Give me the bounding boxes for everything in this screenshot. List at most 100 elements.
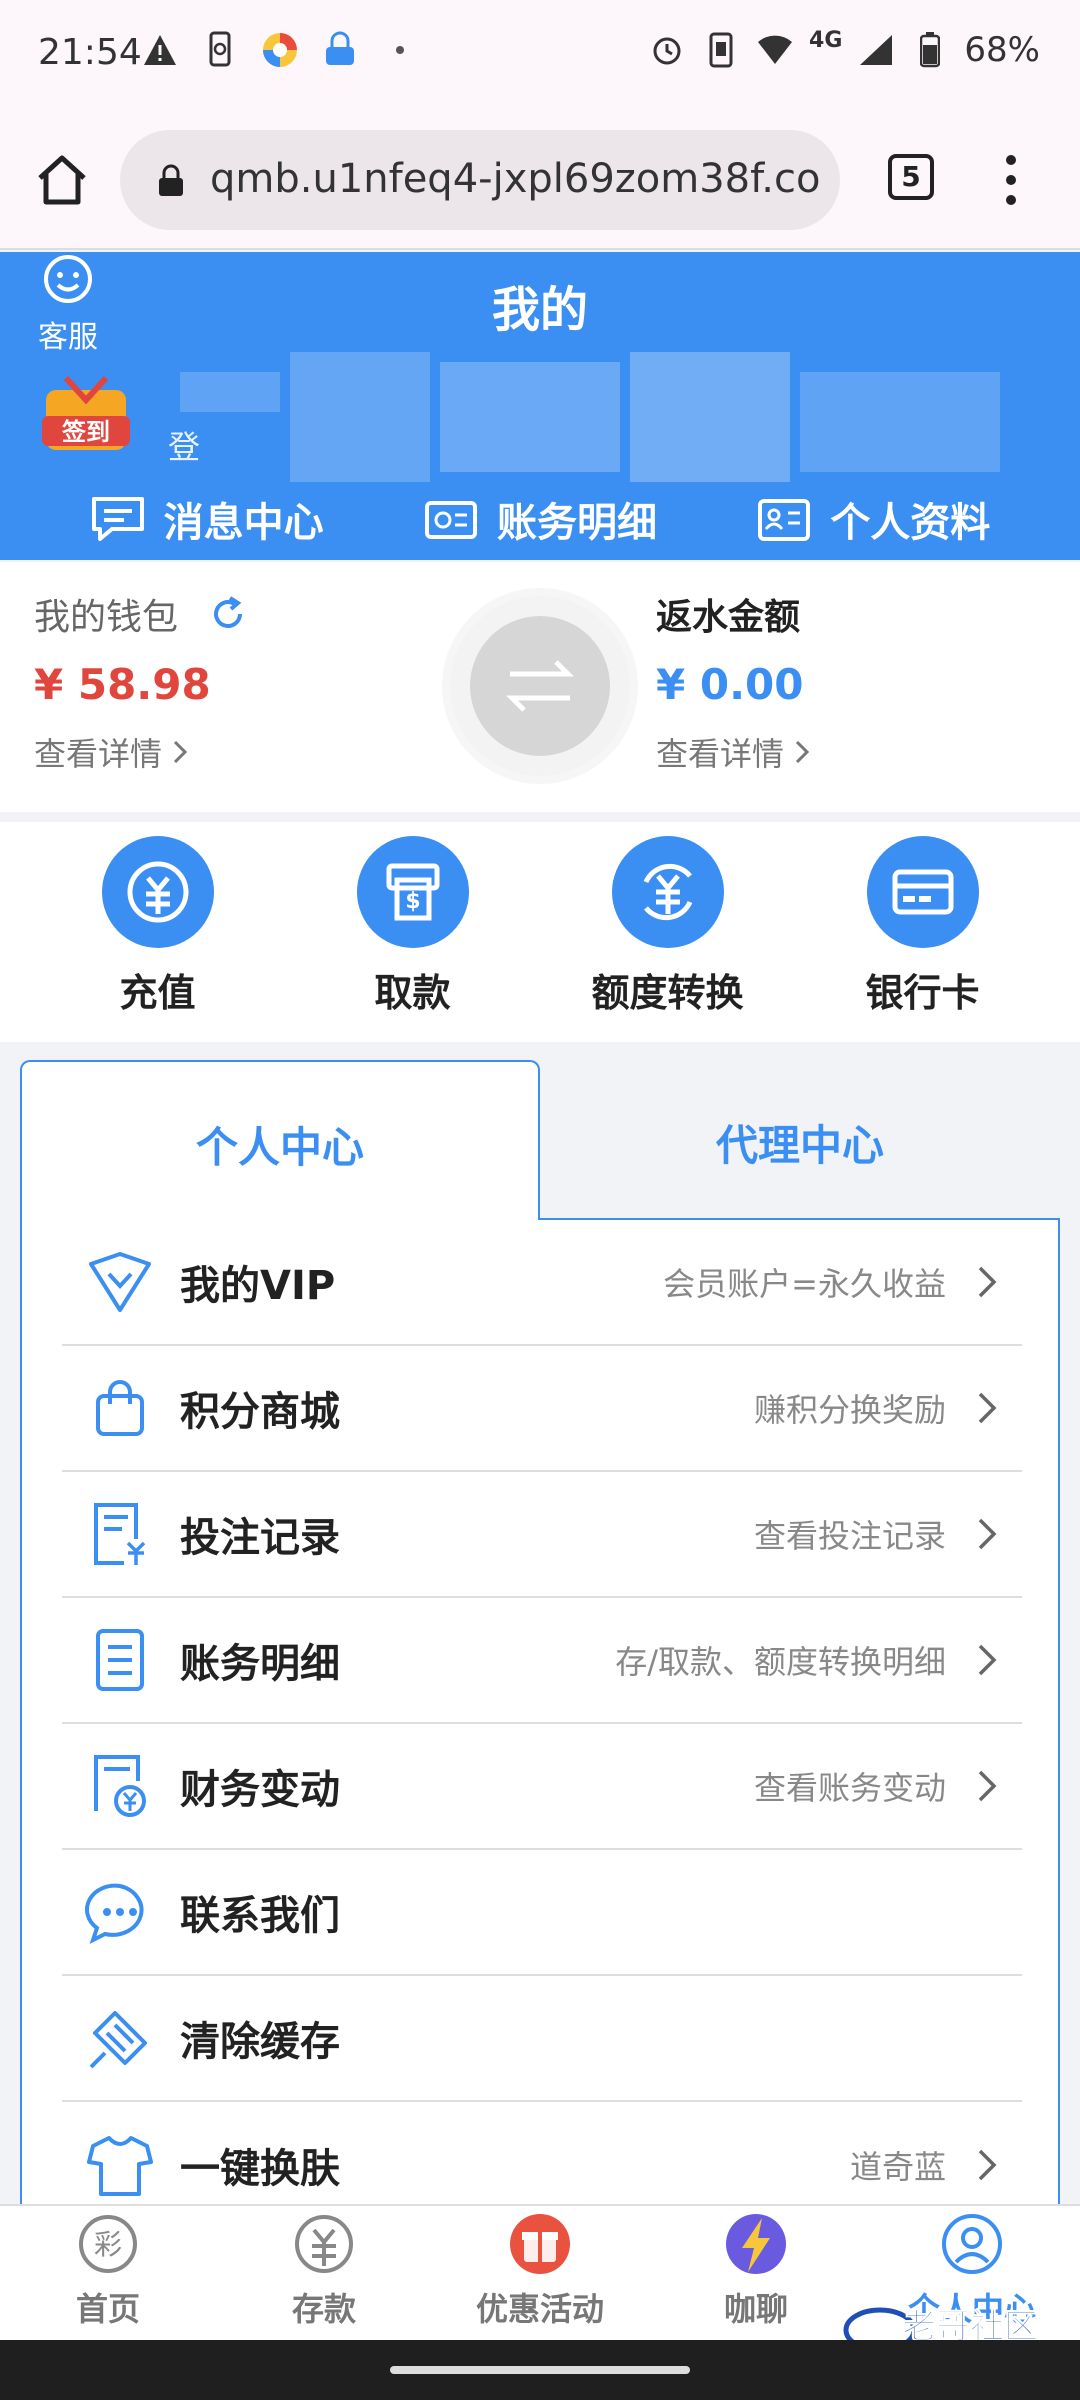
chevron-right-icon bbox=[978, 1644, 997, 1676]
center-tabs: 个人中心 代理中心 bbox=[20, 1060, 1060, 1220]
chevron-right-icon bbox=[978, 1392, 997, 1424]
shopping-bag-icon bbox=[82, 1370, 158, 1446]
chevron-right-icon bbox=[978, 1518, 997, 1550]
signal-icon bbox=[856, 30, 896, 70]
wallet-card: 我的钱包 ¥ 58.98 查看详情 返水金额 ¥ 0.00 查看详情 bbox=[0, 562, 1080, 812]
menu-list: 我的VIP 会员账户=永久收益 积分商城 赚积分换奖励 投注记录 查看投注记录 bbox=[62, 1220, 1022, 2228]
page-title: 我的 bbox=[491, 282, 588, 338]
profile-card-icon bbox=[758, 499, 811, 541]
signin-badge-icon[interactable]: 签到 bbox=[36, 370, 146, 470]
deposit-label: 充值 bbox=[119, 971, 196, 1015]
nav-promotions-label: 优惠活动 bbox=[475, 2290, 604, 2328]
menu-title: 财务变动 bbox=[180, 1767, 340, 1813]
rebate-label: 返水金额 bbox=[656, 597, 801, 638]
menu-desc: 道奇蓝 bbox=[849, 2148, 946, 2186]
wifi-icon bbox=[755, 30, 795, 70]
browser-toolbar: qmb.u1nfeq4-jxpl69zom38f.com 5 bbox=[0, 110, 1080, 250]
address-bar[interactable]: qmb.u1nfeq4-jxpl69zom38f.com bbox=[120, 130, 840, 230]
transfer-button[interactable]: 额度转换 bbox=[568, 836, 768, 1042]
nav-home[interactable]: 彩 首页 bbox=[0, 2206, 216, 2340]
nav-chat[interactable]: 咖聊 bbox=[648, 2206, 864, 2340]
rebate-section: 返水金额 ¥ 0.00 查看详情 bbox=[656, 588, 812, 775]
lock-icon bbox=[159, 164, 183, 196]
deposit-icon bbox=[127, 861, 188, 923]
header-links: 消息中心 账务明细 个人资料 bbox=[0, 484, 1080, 554]
chevron-right-icon bbox=[978, 1770, 997, 1802]
menu-desc: 会员账户=永久收益 bbox=[663, 1265, 946, 1303]
chevron-right-icon bbox=[978, 1266, 997, 1298]
menu-item-bet-record[interactable]: 投注记录 查看投注记录 bbox=[62, 1472, 1022, 1598]
lightning-icon bbox=[726, 2214, 786, 2274]
status-notifications bbox=[140, 30, 420, 70]
profile-link[interactable]: 个人资料 bbox=[756, 484, 990, 554]
tab-personal-center[interactable]: 个人中心 bbox=[20, 1060, 540, 1220]
vip-icon bbox=[82, 1244, 158, 1320]
menu-title: 一键换肤 bbox=[180, 2146, 340, 2192]
menu-item-vip[interactable]: 我的VIP 会员账户=永久收益 bbox=[62, 1220, 1022, 1346]
tab-switcher-button[interactable]: 5 bbox=[888, 154, 934, 200]
more-menu-icon[interactable] bbox=[996, 150, 1026, 210]
menu-item-bill-detail[interactable]: 账务明细 存/取款、额度转换明细 bbox=[62, 1598, 1022, 1724]
wallet-detail-label: 查看详情 bbox=[34, 735, 163, 773]
wallet-detail-link[interactable]: 查看详情 bbox=[34, 729, 248, 775]
tab-agent-center[interactable]: 代理中心 bbox=[540, 1060, 1060, 1220]
gift-icon bbox=[510, 2214, 570, 2274]
wallet-label: 我的钱包 bbox=[34, 597, 179, 638]
bill-detail-label: 账务明细 bbox=[496, 500, 657, 546]
swap-icon bbox=[505, 660, 575, 712]
menu-desc: 存/取款、额度转换明细 bbox=[615, 1643, 946, 1681]
chevron-right-icon bbox=[795, 740, 810, 764]
menu-item-contact-us[interactable]: 联系我们 bbox=[62, 1850, 1022, 1976]
battery-level: 68% bbox=[964, 30, 1040, 70]
menu-desc: 查看投注记录 bbox=[753, 1517, 946, 1555]
rebate-amount: ¥ 0.00 bbox=[656, 660, 804, 709]
menu-item-clear-cache[interactable]: 清除缓存 bbox=[62, 1976, 1022, 2102]
signin-badge-text: 签到 bbox=[61, 418, 110, 446]
withdraw-label: 取款 bbox=[374, 971, 451, 1015]
user-icon bbox=[942, 2214, 1002, 2274]
withdraw-button[interactable]: $ 取款 bbox=[313, 836, 513, 1042]
profile-header: 客服 我的 签到 登 消息中心 账务明细 个人资料 bbox=[0, 252, 1080, 560]
nav-promotions[interactable]: 优惠活动 bbox=[432, 2206, 648, 2340]
bank-card-button[interactable]: 银行卡 bbox=[823, 836, 1023, 1042]
gesture-bar-area bbox=[0, 2340, 1080, 2400]
deposit-button[interactable]: 充值 bbox=[58, 836, 258, 1042]
profile-label: 个人资料 bbox=[830, 500, 991, 546]
message-center-link[interactable]: 消息中心 bbox=[90, 484, 324, 554]
menu-title: 联系我们 bbox=[180, 1893, 340, 1939]
swap-button[interactable] bbox=[450, 596, 630, 776]
dot-icon bbox=[380, 30, 420, 70]
transfer-label: 额度转换 bbox=[591, 971, 744, 1015]
withdraw-icon: $ bbox=[386, 863, 439, 921]
refresh-icon[interactable] bbox=[208, 594, 248, 634]
rebate-detail-label: 查看详情 bbox=[656, 735, 785, 773]
broom-icon bbox=[82, 2000, 158, 2076]
menu-desc: 查看账务变动 bbox=[753, 1769, 946, 1807]
rebate-detail-link[interactable]: 查看详情 bbox=[656, 729, 812, 775]
menu-title: 投注记录 bbox=[180, 1515, 340, 1561]
home-gesture-handle[interactable] bbox=[390, 2366, 690, 2374]
url-text: qmb.u1nfeq4-jxpl69zom38f.com bbox=[210, 156, 820, 202]
wallet-section: 我的钱包 ¥ 58.98 查看详情 bbox=[34, 588, 248, 775]
phone-sync-icon bbox=[200, 30, 240, 70]
status-time: 21:54 bbox=[38, 32, 142, 73]
svg-text:彩: 彩 bbox=[94, 2228, 122, 2261]
vpn-lock-icon bbox=[320, 30, 360, 70]
menu-item-points-mall[interactable]: 积分商城 赚积分换奖励 bbox=[62, 1346, 1022, 1472]
nav-deposit-label: 存款 bbox=[291, 2290, 356, 2328]
alarm-icon bbox=[647, 30, 687, 70]
quick-actions: 充值 $ 取款 额度转换 银行卡 bbox=[0, 822, 1080, 1042]
app-colorful-icon bbox=[260, 30, 300, 70]
tab-joint bbox=[22, 1216, 538, 1222]
nav-deposit[interactable]: 存款 bbox=[216, 2206, 432, 2340]
login-text[interactable]: 登 bbox=[168, 422, 200, 468]
menu-item-finance-change[interactable]: 财务变动 查看账务变动 bbox=[62, 1724, 1022, 1850]
menu-title: 清除缓存 bbox=[180, 2019, 340, 2065]
message-icon bbox=[91, 497, 144, 541]
lottery-icon: 彩 bbox=[79, 2215, 137, 2273]
bill-detail-link[interactable]: 账务明细 bbox=[423, 484, 657, 554]
home-icon[interactable] bbox=[32, 150, 92, 210]
menu-title: 账务明细 bbox=[180, 1641, 340, 1687]
status-bar: 21:54 4G 68% bbox=[0, 0, 1080, 110]
nav-home-label: 首页 bbox=[75, 2290, 140, 2328]
